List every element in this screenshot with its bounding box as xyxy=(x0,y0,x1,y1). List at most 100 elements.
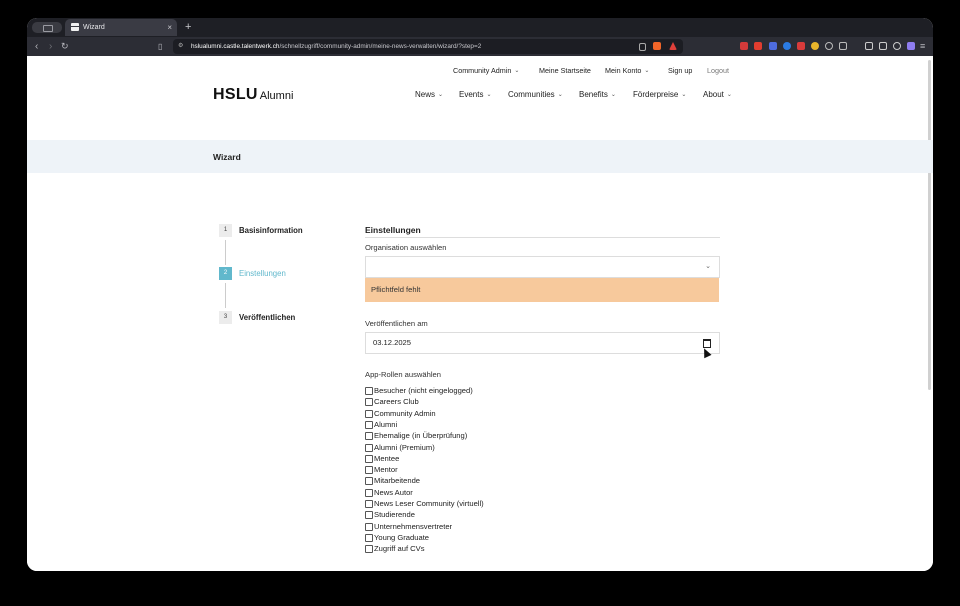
mainnav-foerderpreise-label: Förderpreise xyxy=(633,90,679,99)
settings-form: Einstellungen Organisation auswählen ⌄ P… xyxy=(348,216,736,571)
role-checkbox-item[interactable]: Mentor xyxy=(365,465,565,476)
mainnav-events-label: Events xyxy=(459,90,484,99)
forward-icon[interactable]: › xyxy=(49,37,52,56)
step-basisinformation[interactable]: 1 Basisinformation xyxy=(219,224,359,238)
checkbox[interactable] xyxy=(365,500,373,508)
sidebar-toggle-icon[interactable] xyxy=(32,22,62,33)
mainnav-communities[interactable]: Communities ⌄ xyxy=(508,90,563,99)
chevron-down-icon: ⌄ xyxy=(438,92,444,98)
checkbox[interactable] xyxy=(365,545,373,554)
mainnav-about[interactable]: About ⌄ xyxy=(703,90,732,99)
url-path: /schnellzugriff/community-admin/meine-ne… xyxy=(279,43,482,50)
step-veroeffentlichen[interactable]: 3 Veröffentlichen xyxy=(219,311,359,325)
chevron-down-icon: ⌄ xyxy=(557,92,563,98)
step-einstellungen[interactable]: 2 Einstellungen xyxy=(219,267,359,281)
tab-bar: Wizard × + xyxy=(27,18,933,37)
browser-tab[interactable]: Wizard × xyxy=(65,19,177,36)
extension-info-icon[interactable] xyxy=(783,42,791,50)
extension-news-icon[interactable] xyxy=(797,42,805,50)
checkbox[interactable] xyxy=(365,488,373,497)
topnav-sign-up[interactable]: Sign up xyxy=(668,66,692,75)
role-label: Careers Club xyxy=(374,397,419,407)
checkbox[interactable] xyxy=(365,432,373,441)
mainnav-events[interactable]: Events ⌄ xyxy=(459,90,492,99)
mainnav-news[interactable]: News ⌄ xyxy=(415,90,443,99)
step-number: 2 xyxy=(219,267,232,280)
checkbox[interactable] xyxy=(365,477,373,486)
step-label: Basisinformation xyxy=(239,226,303,235)
role-label: Unternehmensvertreter xyxy=(374,521,453,531)
role-checkbox-item[interactable]: Unternehmensvertreter xyxy=(365,522,565,533)
organisation-select[interactable]: ⌄ xyxy=(365,256,720,278)
extension-pdf-icon[interactable] xyxy=(754,42,762,50)
mainnav-benefits-label: Benefits xyxy=(579,90,608,99)
role-label: Ehemalige (in Überprüfung) xyxy=(374,431,468,441)
tab-title: Wizard xyxy=(83,24,105,31)
chevron-down-icon: ⌄ xyxy=(610,92,616,98)
checkbox[interactable] xyxy=(365,533,373,542)
url-text[interactable]: hslualumni.castle.talentwerk.ch/schnellz… xyxy=(191,39,481,54)
error-text: Pflichtfeld fehlt xyxy=(371,285,421,294)
web-page: Community Admin ⌄ Meine Startseite Mein K… xyxy=(27,56,933,571)
role-checkbox-item[interactable]: News Autor xyxy=(365,488,565,499)
extension-chrome-icon[interactable] xyxy=(811,42,819,50)
extension-settings-icon[interactable] xyxy=(825,42,833,50)
page-title-band xyxy=(27,140,933,173)
checkbox[interactable] xyxy=(365,387,373,395)
mainnav-communities-label: Communities xyxy=(508,90,555,99)
extension-translate-icon[interactable] xyxy=(769,42,777,50)
address-bar[interactable]: ⚙ hslualumni.castle.talentwerk.ch/schnel… xyxy=(173,39,683,54)
role-checkbox-item[interactable]: Zugriff auf CVs xyxy=(365,544,565,555)
role-checkbox-item[interactable]: News Leser Community (virtuell) xyxy=(365,499,565,510)
checkbox[interactable] xyxy=(365,409,373,418)
topnav-mein-konto[interactable]: Mein Konto ⌄ xyxy=(605,66,649,75)
brave-rewards-icon[interactable] xyxy=(669,42,677,50)
checkbox[interactable] xyxy=(365,511,373,520)
brave-shields-icon[interactable] xyxy=(653,42,661,50)
step-connector xyxy=(225,283,226,308)
bookmark-icon[interactable]: ▯ xyxy=(158,37,162,56)
site-settings-icon[interactable]: ⚙ xyxy=(178,39,183,54)
topnav-community-admin[interactable]: Community Admin ⌄ xyxy=(453,66,519,75)
checkbox[interactable] xyxy=(365,466,373,475)
checkbox[interactable] xyxy=(365,420,373,429)
extensions-puzzle-icon[interactable] xyxy=(839,42,847,50)
role-checkbox-item[interactable]: Ehemalige (in Überprüfung) xyxy=(365,431,565,442)
role-checkbox-item[interactable]: Besucher (nicht eingelogged) xyxy=(365,386,565,397)
checkbox[interactable] xyxy=(365,398,373,407)
role-checkbox-item[interactable]: Young Graduate xyxy=(365,533,565,544)
role-checkbox-item[interactable]: Community Admin xyxy=(365,409,565,420)
role-checkbox-item[interactable]: Mitarbeitende xyxy=(365,476,565,487)
tab-close-icon[interactable]: × xyxy=(167,19,172,36)
leo-ai-icon[interactable] xyxy=(893,42,901,50)
vpn-icon[interactable] xyxy=(907,42,915,50)
sidebar-panel-icon[interactable] xyxy=(865,42,873,50)
chevron-down-icon: ⌄ xyxy=(705,263,711,270)
new-tab-icon[interactable]: + xyxy=(185,18,191,37)
reload-icon[interactable]: ↻ xyxy=(61,37,69,56)
role-checkbox-item[interactable]: Alumni xyxy=(365,420,565,431)
checkbox[interactable] xyxy=(365,443,373,452)
checkbox[interactable] xyxy=(365,454,373,463)
role-checkbox-item[interactable]: Careers Club xyxy=(365,397,565,408)
page-title: Wizard xyxy=(213,152,241,162)
extension-adblock-icon[interactable] xyxy=(740,42,748,50)
wallet-icon[interactable] xyxy=(879,42,887,50)
role-checkbox-item[interactable]: Mentee xyxy=(365,454,565,465)
menu-icon[interactable]: ≡ xyxy=(920,37,925,56)
chevron-down-icon: ⌄ xyxy=(644,68,650,74)
back-icon[interactable]: ‹ xyxy=(35,37,38,56)
mainnav-foerderpreise[interactable]: Förderpreise ⌄ xyxy=(633,90,686,99)
mainnav-benefits[interactable]: Benefits ⌄ xyxy=(579,90,616,99)
role-checkbox-item[interactable]: Alumni (Premium) xyxy=(365,443,565,454)
role-checkbox-item[interactable]: Studierende xyxy=(365,510,565,521)
topnav-meine-startseite[interactable]: Meine Startseite xyxy=(539,66,591,75)
role-label: Mentee xyxy=(374,453,400,463)
form-title: Einstellungen xyxy=(365,225,421,235)
topnav-logout[interactable]: Logout xyxy=(707,66,729,75)
share-icon[interactable] xyxy=(639,43,646,51)
checkbox[interactable] xyxy=(365,522,373,531)
page-scrollbar[interactable] xyxy=(928,60,931,390)
publish-date-input[interactable]: 03.12.2025 xyxy=(365,332,720,354)
url-domain: hslualumni.castle.talentwerk.ch xyxy=(191,43,280,50)
